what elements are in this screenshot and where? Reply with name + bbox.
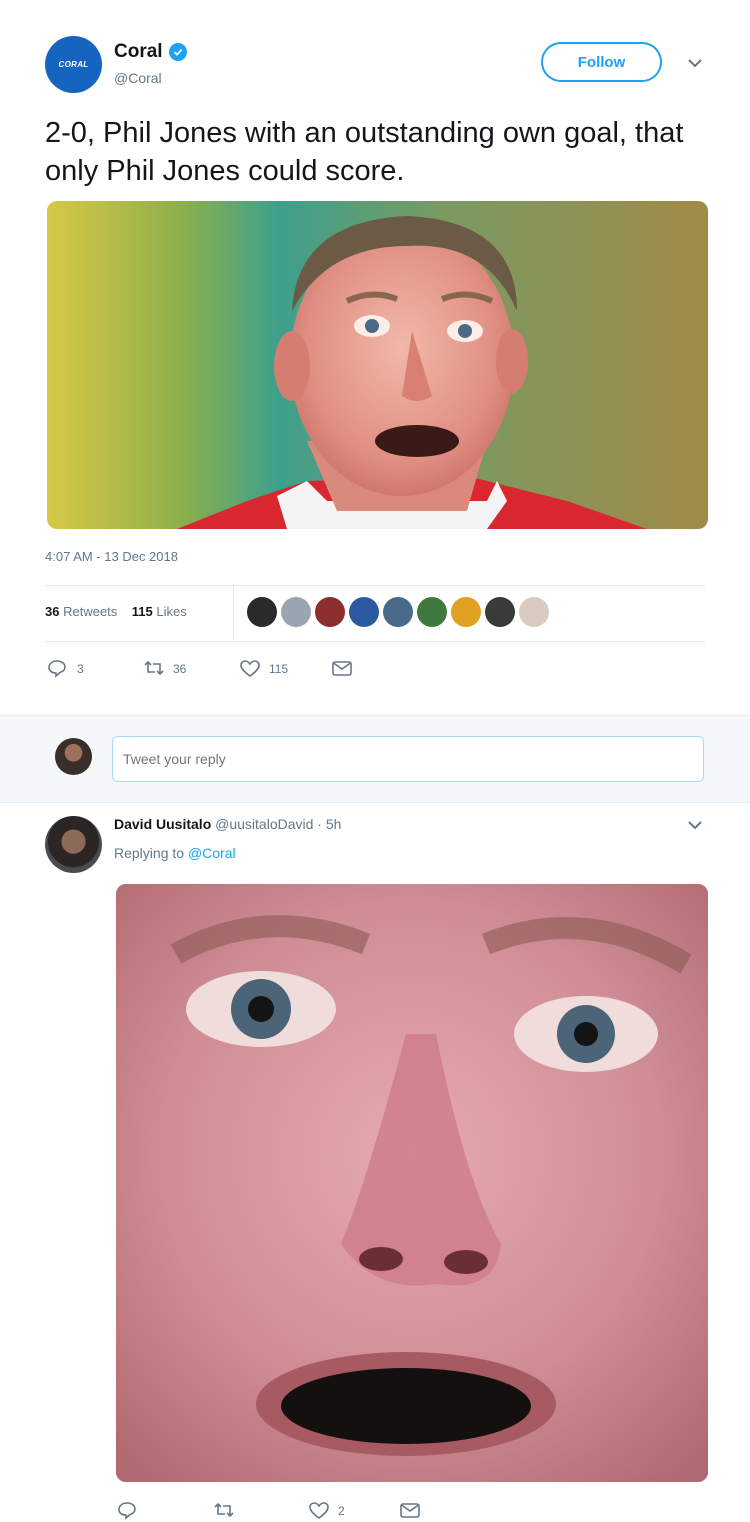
photo-player-face — [177, 216, 647, 529]
liker-avatar[interactable] — [281, 597, 311, 627]
avatar[interactable] — [45, 816, 102, 873]
handle[interactable]: @Coral — [114, 70, 162, 86]
chevron-down-icon[interactable] — [686, 818, 704, 837]
chevron-down-icon[interactable] — [686, 56, 704, 75]
liker-avatar[interactable] — [247, 597, 277, 627]
avatar — [55, 738, 92, 775]
liker-avatar[interactable] — [485, 597, 515, 627]
retweets-label: Retweets — [63, 604, 118, 619]
envelope-icon — [331, 658, 353, 680]
likes-count: 115 — [131, 604, 153, 619]
divider — [45, 585, 705, 586]
retweet-count: 36 — [173, 662, 187, 676]
reply-icon — [47, 658, 69, 680]
replying-to-link[interactable]: @Coral — [188, 845, 236, 861]
divider — [233, 586, 234, 640]
reply-time[interactable]: 5h — [326, 816, 342, 832]
retweet-icon — [143, 658, 165, 680]
retweets-stat[interactable]: 36 Retweets — [45, 604, 117, 619]
reply-count: 3 — [77, 662, 84, 676]
avatar-logo-text: CORAL — [58, 60, 89, 69]
direct-message-action[interactable] — [331, 658, 353, 680]
verified-badge-icon — [168, 43, 187, 61]
like-count: 2 — [338, 1504, 345, 1518]
separator-dot: · — [317, 816, 322, 832]
like-count: 115 — [269, 662, 289, 676]
likes-label: Likes — [156, 604, 187, 619]
tweet-text: 2-0, Phil Jones with an outstanding own … — [45, 117, 684, 187]
replying-prefix: Replying to — [114, 845, 185, 861]
display-name-text: Coral — [114, 41, 163, 62]
liker-avatar[interactable] — [519, 597, 549, 627]
reply-handle[interactable]: @uusitaloDavid — [215, 816, 313, 832]
likes-stat[interactable]: 115 Likes — [132, 604, 187, 619]
divider — [45, 641, 705, 642]
like-action[interactable]: 115 — [239, 658, 288, 680]
reply-photo[interactable] — [116, 884, 708, 1482]
reply-input[interactable] — [112, 736, 704, 782]
heart-icon — [239, 658, 261, 680]
display-name[interactable]: Coral — [114, 41, 187, 63]
liker-avatar[interactable] — [349, 597, 379, 627]
engagement-stats: 36 Retweets 115 Likes — [45, 604, 187, 619]
reply-author-line: David Uusitalo @uusitaloDavid · 5h — [114, 816, 341, 832]
photo-face-closeup — [116, 884, 708, 1482]
follow-button[interactable]: Follow — [541, 42, 662, 82]
tweet-photo[interactable] — [47, 201, 708, 529]
retweets-count: 36 — [45, 604, 60, 619]
liker-avatars — [247, 597, 549, 627]
retweet-action[interactable]: 36 — [143, 658, 186, 680]
reply-display-name[interactable]: David Uusitalo — [114, 816, 211, 832]
reply-action[interactable]: 3 — [47, 658, 84, 680]
liker-avatar[interactable] — [417, 597, 447, 627]
avatar[interactable]: CORAL — [45, 36, 102, 93]
replying-to: Replying to @Coral — [114, 845, 236, 861]
liker-avatar[interactable] — [315, 597, 345, 627]
liker-avatar[interactable] — [451, 597, 481, 627]
tweet-timestamp[interactable]: 4:07 AM - 13 Dec 2018 — [45, 549, 178, 564]
liker-avatar[interactable] — [383, 597, 413, 627]
